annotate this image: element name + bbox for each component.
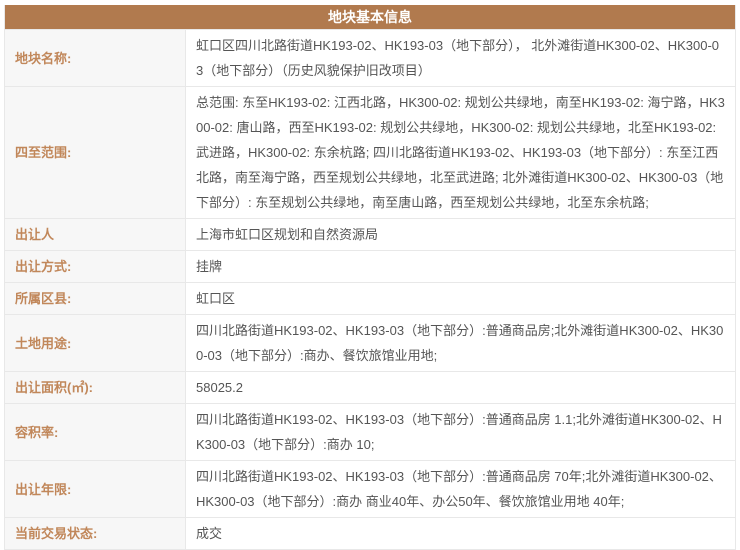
row-label: 出让人 bbox=[5, 219, 186, 250]
row-label: 出让年限: bbox=[5, 461, 186, 517]
row-value: 虹口区四川北路街道HK193-02、HK193-03（地下部分）， 北外滩街道H… bbox=[186, 30, 735, 86]
row-transferor: 出让人 上海市虹口区规划和自然资源局 bbox=[5, 218, 735, 250]
row-land-use: 土地用途: 四川北路街道HK193-02、HK193-03（地下部分）:普通商品… bbox=[5, 314, 735, 371]
row-transfer-area: 出让面积(㎡): 58025.2 bbox=[5, 371, 735, 403]
row-value: 挂牌 bbox=[186, 251, 735, 282]
table-title: 地块基本信息 bbox=[5, 5, 735, 29]
row-label: 地块名称: bbox=[5, 30, 186, 86]
row-value: 四川北路街道HK193-02、HK193-03（地下部分）:普通商品房;北外滩街… bbox=[186, 315, 735, 371]
row-value: 四川北路街道HK193-02、HK193-03（地下部分）:普通商品房 1.1;… bbox=[186, 404, 735, 460]
row-value: 上海市虹口区规划和自然资源局 bbox=[186, 219, 735, 250]
row-value: 58025.2 bbox=[186, 372, 735, 403]
parcel-info-table: 地块基本信息 地块名称: 虹口区四川北路街道HK193-02、HK193-03（… bbox=[4, 5, 736, 550]
row-transfer-method: 出让方式: 挂牌 bbox=[5, 250, 735, 282]
row-transaction-status: 当前交易状态: 成交 bbox=[5, 517, 735, 549]
row-label: 容积率: bbox=[5, 404, 186, 460]
row-label: 当前交易状态: bbox=[5, 518, 186, 549]
row-transfer-term: 出让年限: 四川北路街道HK193-02、HK193-03（地下部分）:普通商品… bbox=[5, 460, 735, 517]
row-label: 所属区县: bbox=[5, 283, 186, 314]
row-value: 虹口区 bbox=[186, 283, 735, 314]
row-label: 四至范围: bbox=[5, 87, 186, 218]
row-plot-ratio: 容积率: 四川北路街道HK193-02、HK193-03（地下部分）:普通商品房… bbox=[5, 403, 735, 460]
row-label: 出让方式: bbox=[5, 251, 186, 282]
row-value: 成交 bbox=[186, 518, 735, 549]
row-parcel-name: 地块名称: 虹口区四川北路街道HK193-02、HK193-03（地下部分）， … bbox=[5, 29, 735, 86]
row-label: 出让面积(㎡): bbox=[5, 372, 186, 403]
row-district: 所属区县: 虹口区 bbox=[5, 282, 735, 314]
row-value: 四川北路街道HK193-02、HK193-03（地下部分）:普通商品房 70年;… bbox=[186, 461, 735, 517]
row-label: 土地用途: bbox=[5, 315, 186, 371]
row-boundaries: 四至范围: 总范围: 东至HK193-02: 江西北路，HK300-02: 规划… bbox=[5, 86, 735, 218]
row-value: 总范围: 东至HK193-02: 江西北路，HK300-02: 规划公共绿地，南… bbox=[186, 87, 735, 218]
